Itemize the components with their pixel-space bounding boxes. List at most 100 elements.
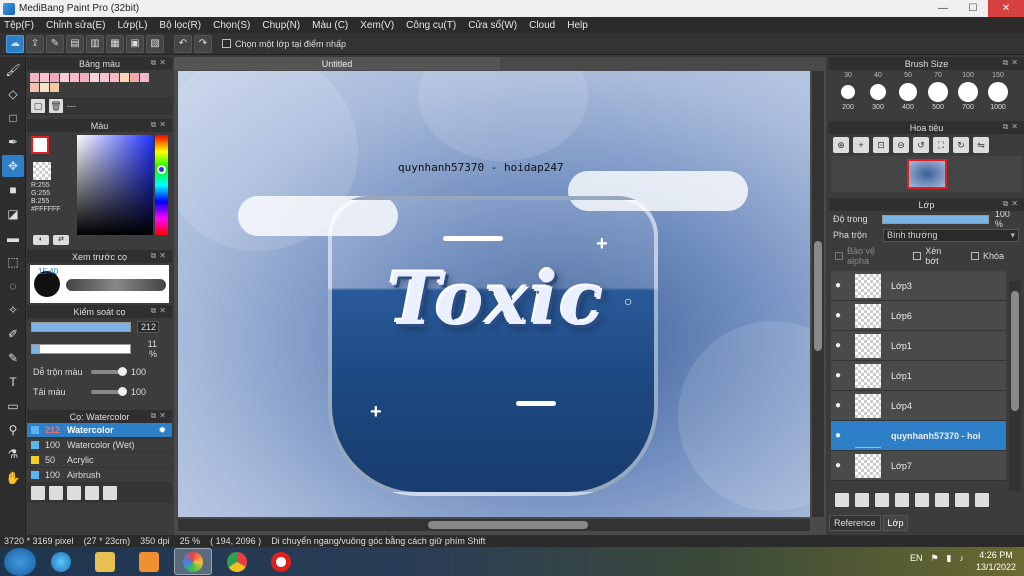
minimize-button[interactable]: —	[928, 0, 958, 17]
palette-swatches[interactable]	[27, 70, 157, 93]
panel-buttons[interactable]: ⧉✕	[151, 411, 169, 421]
select-pen-icon[interactable]: ✐	[2, 323, 24, 345]
magic-wand-icon[interactable]: ✧	[2, 299, 24, 321]
layer-item[interactable]: ● Lớp1	[831, 361, 1006, 391]
tab-layer[interactable]: Lớp	[882, 515, 909, 531]
brush-size-value[interactable]: 212	[137, 321, 159, 333]
fill-rect-tool-icon[interactable]: ■	[2, 179, 24, 201]
new-palette-icon[interactable]: ▢	[31, 99, 45, 113]
comment-icon[interactable]: ✎	[46, 34, 64, 53]
swatch[interactable]	[120, 73, 129, 82]
panel-icon[interactable]: ▧	[146, 34, 164, 53]
text-tool-icon[interactable]: T	[2, 371, 24, 393]
scroll-thumb[interactable]	[814, 241, 822, 351]
fit-icon[interactable]: ⊡	[873, 137, 889, 153]
menu-help[interactable]: Help	[567, 20, 588, 31]
zoom-out-icon[interactable]: ⊖	[893, 137, 909, 153]
taskbar-app-opera[interactable]	[262, 548, 300, 575]
brush-item-acrylic[interactable]: 50 Acrylic	[27, 453, 172, 468]
brush-new-icon[interactable]	[49, 486, 63, 500]
brush-item-watercolor-wet[interactable]: 100 Watercolor (Wet)	[27, 438, 172, 453]
layer-item-selected[interactable]: ● quynhanh57370 - hoi	[831, 421, 1006, 451]
blend-slider[interactable]	[91, 367, 127, 376]
eye-icon[interactable]: ●	[831, 310, 845, 321]
merge-layer-icon[interactable]	[955, 493, 969, 507]
panel-buttons[interactable]: ⧉✕	[151, 251, 169, 261]
move-tool-icon[interactable]: ✥	[2, 155, 24, 177]
eye-icon[interactable]: ●	[831, 370, 845, 381]
drawing-canvas[interactable]: quynhanh57370 - hoidap247 Toxic + + ○	[178, 71, 810, 517]
layer-scrollbar[interactable]	[1009, 281, 1021, 491]
checkbox-box[interactable]	[835, 252, 843, 260]
taskbar-app-media[interactable]	[130, 548, 168, 575]
primary-color[interactable]	[31, 136, 49, 154]
swatch[interactable]	[40, 83, 49, 92]
menu-color[interactable]: Màu (C)	[312, 20, 348, 31]
lock-checkbox[interactable]: Khóa	[970, 246, 1004, 266]
bucket-tool-icon[interactable]: ◪	[2, 203, 24, 225]
system-clock[interactable]: 4:26 PM 13/1/2022	[976, 549, 1016, 573]
taskbar-app-explorer[interactable]	[86, 548, 124, 575]
new-halftone-layer-icon[interactable]	[855, 493, 869, 507]
share-icon[interactable]: ⇪	[26, 34, 44, 53]
layer-opacity-slider[interactable]	[882, 214, 989, 224]
rotate-left-icon[interactable]: ↺	[913, 137, 929, 153]
horizontal-scrollbar[interactable]	[178, 519, 810, 531]
brush-size-cell[interactable]: 40 300	[863, 72, 893, 111]
layer-item[interactable]: ● Lớp3	[831, 271, 1006, 301]
vertical-scrollbar[interactable]	[812, 71, 824, 517]
scroll-thumb[interactable]	[1011, 291, 1019, 411]
brush-folder-icon[interactable]	[85, 486, 99, 500]
cloud-icon[interactable]: ☁	[6, 34, 24, 53]
checkbox-box[interactable]	[913, 252, 922, 260]
swatch[interactable]	[30, 83, 39, 92]
saturation-value-field[interactable]	[77, 135, 153, 235]
panel-divide-icon[interactable]: ▭	[2, 395, 24, 417]
checkbox-box[interactable]	[222, 39, 231, 48]
menu-file[interactable]: Tệp(F)	[4, 20, 34, 31]
menu-view[interactable]: Xem(V)	[360, 20, 394, 31]
swatch[interactable]	[90, 73, 99, 82]
menu-tools[interactable]: Công cụ(T)	[406, 20, 456, 31]
pen-tool-icon[interactable]: ✒	[2, 131, 24, 153]
brush-duplicate-icon[interactable]	[103, 486, 117, 500]
eye-icon[interactable]: ●	[831, 340, 845, 351]
lasso-tool-icon[interactable]: ◌	[2, 275, 24, 297]
brush-size-slider[interactable]	[31, 322, 131, 332]
flip-icon[interactable]: ⇋	[973, 137, 989, 153]
swatch[interactable]	[100, 73, 109, 82]
clipping-checkbox[interactable]: Xén bớt	[913, 246, 957, 266]
brush-add-icon[interactable]	[31, 486, 45, 500]
windows-start-icon[interactable]	[4, 547, 36, 576]
dropper-tool-icon[interactable]: ⚲	[2, 419, 24, 441]
swatch[interactable]	[140, 73, 149, 82]
eye-icon[interactable]: ●	[831, 460, 845, 471]
eye-icon[interactable]: ●	[831, 400, 845, 411]
page-icon[interactable]: ▥	[86, 34, 104, 53]
color-mode-button[interactable]: ◐	[33, 235, 49, 245]
hand-tool-icon[interactable]: ✋	[2, 467, 24, 489]
scroll-thumb[interactable]	[428, 521, 588, 529]
fullscreen-icon[interactable]: ⛶	[933, 137, 949, 153]
select-tool-icon[interactable]: ⬚	[2, 251, 24, 273]
rotate-right-icon[interactable]: ↻	[953, 137, 969, 153]
swatch[interactable]	[30, 73, 39, 82]
taskbar-app-medibang[interactable]	[174, 548, 212, 575]
grid-icon[interactable]: ▦	[106, 34, 124, 53]
brush-size-cell[interactable]: 150 1000	[983, 72, 1013, 111]
duplicate-layer-icon[interactable]	[935, 493, 949, 507]
panel-buttons[interactable]: ⧉✕	[151, 58, 169, 68]
frame-icon[interactable]: ▣	[126, 34, 144, 53]
brush-size-cell[interactable]: 100 700	[953, 72, 983, 111]
swatch[interactable]	[60, 73, 69, 82]
swatch[interactable]	[110, 73, 119, 82]
document-tab[interactable]: Untitled	[174, 57, 500, 70]
slider-knob[interactable]	[118, 367, 127, 376]
layer-item[interactable]: ● Lớp4	[831, 391, 1006, 421]
zoom-plus-icon[interactable]: +	[853, 137, 869, 153]
checkbox-box[interactable]	[970, 252, 979, 260]
brush-size-cell[interactable]: 50 400	[893, 72, 923, 111]
layer-blend-select[interactable]: Bình thường	[883, 228, 1019, 242]
panel-buttons[interactable]: ⧉✕	[151, 120, 169, 130]
eyedropper-icon[interactable]: ⚗	[2, 443, 24, 465]
